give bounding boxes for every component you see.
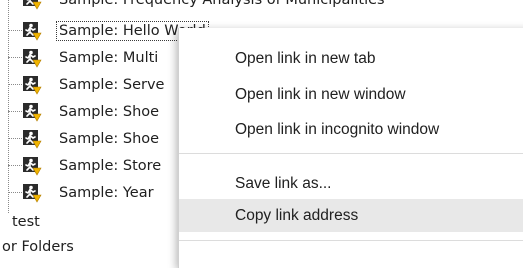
tree-item-label: Sample: Serve [59,77,165,93]
menu-item-open-new-window[interactable]: Open link in new window [179,78,523,111]
menu-item-open-new-tab[interactable]: Open link in new tab [179,42,523,75]
menu-item-open-incognito[interactable]: Open link in incognito window [179,113,523,146]
report-runner-icon [23,157,42,176]
menu-item-label: Open link in new tab [235,50,376,67]
menu-item-copy-link-address[interactable]: Copy link address [179,199,523,232]
report-runner-icon [23,0,42,10]
report-runner-icon [23,103,42,122]
tree-item-label: Sample: Shoe [59,104,160,120]
context-menu: Open link in new tab Open link in new wi… [178,28,523,268]
tree-item-frequency-analysis[interactable]: Sample: Frequency Analysis of Municipali… [0,0,385,12]
menu-item-label: Open link in new window [235,86,406,103]
tree-item-label: Sample: Multi [59,50,159,66]
menu-item-label: Open link in incognito window [235,121,440,138]
tree-folder-label: test [12,214,40,230]
report-runner-icon [23,130,42,149]
menu-item-label: Save link as... [235,175,332,192]
tree-item-label: Sample: Store [59,158,162,174]
menu-separator [179,240,523,241]
menu-separator [179,153,523,154]
report-runner-icon [23,49,42,68]
tree-item-label: Sample: Shoe [59,131,160,147]
menu-item-label: Copy link address [235,207,359,224]
tree-item-label: Sample: Year [59,185,154,201]
tree-item-label: Sample: Frequency Analysis of Municipali… [59,0,385,8]
report-runner-icon [23,76,42,95]
tree-folder-label: or Folders [2,239,74,255]
report-runner-icon [23,184,42,203]
report-runner-icon [23,22,42,41]
menu-item-save-link-as[interactable]: Save link as... [179,167,523,200]
